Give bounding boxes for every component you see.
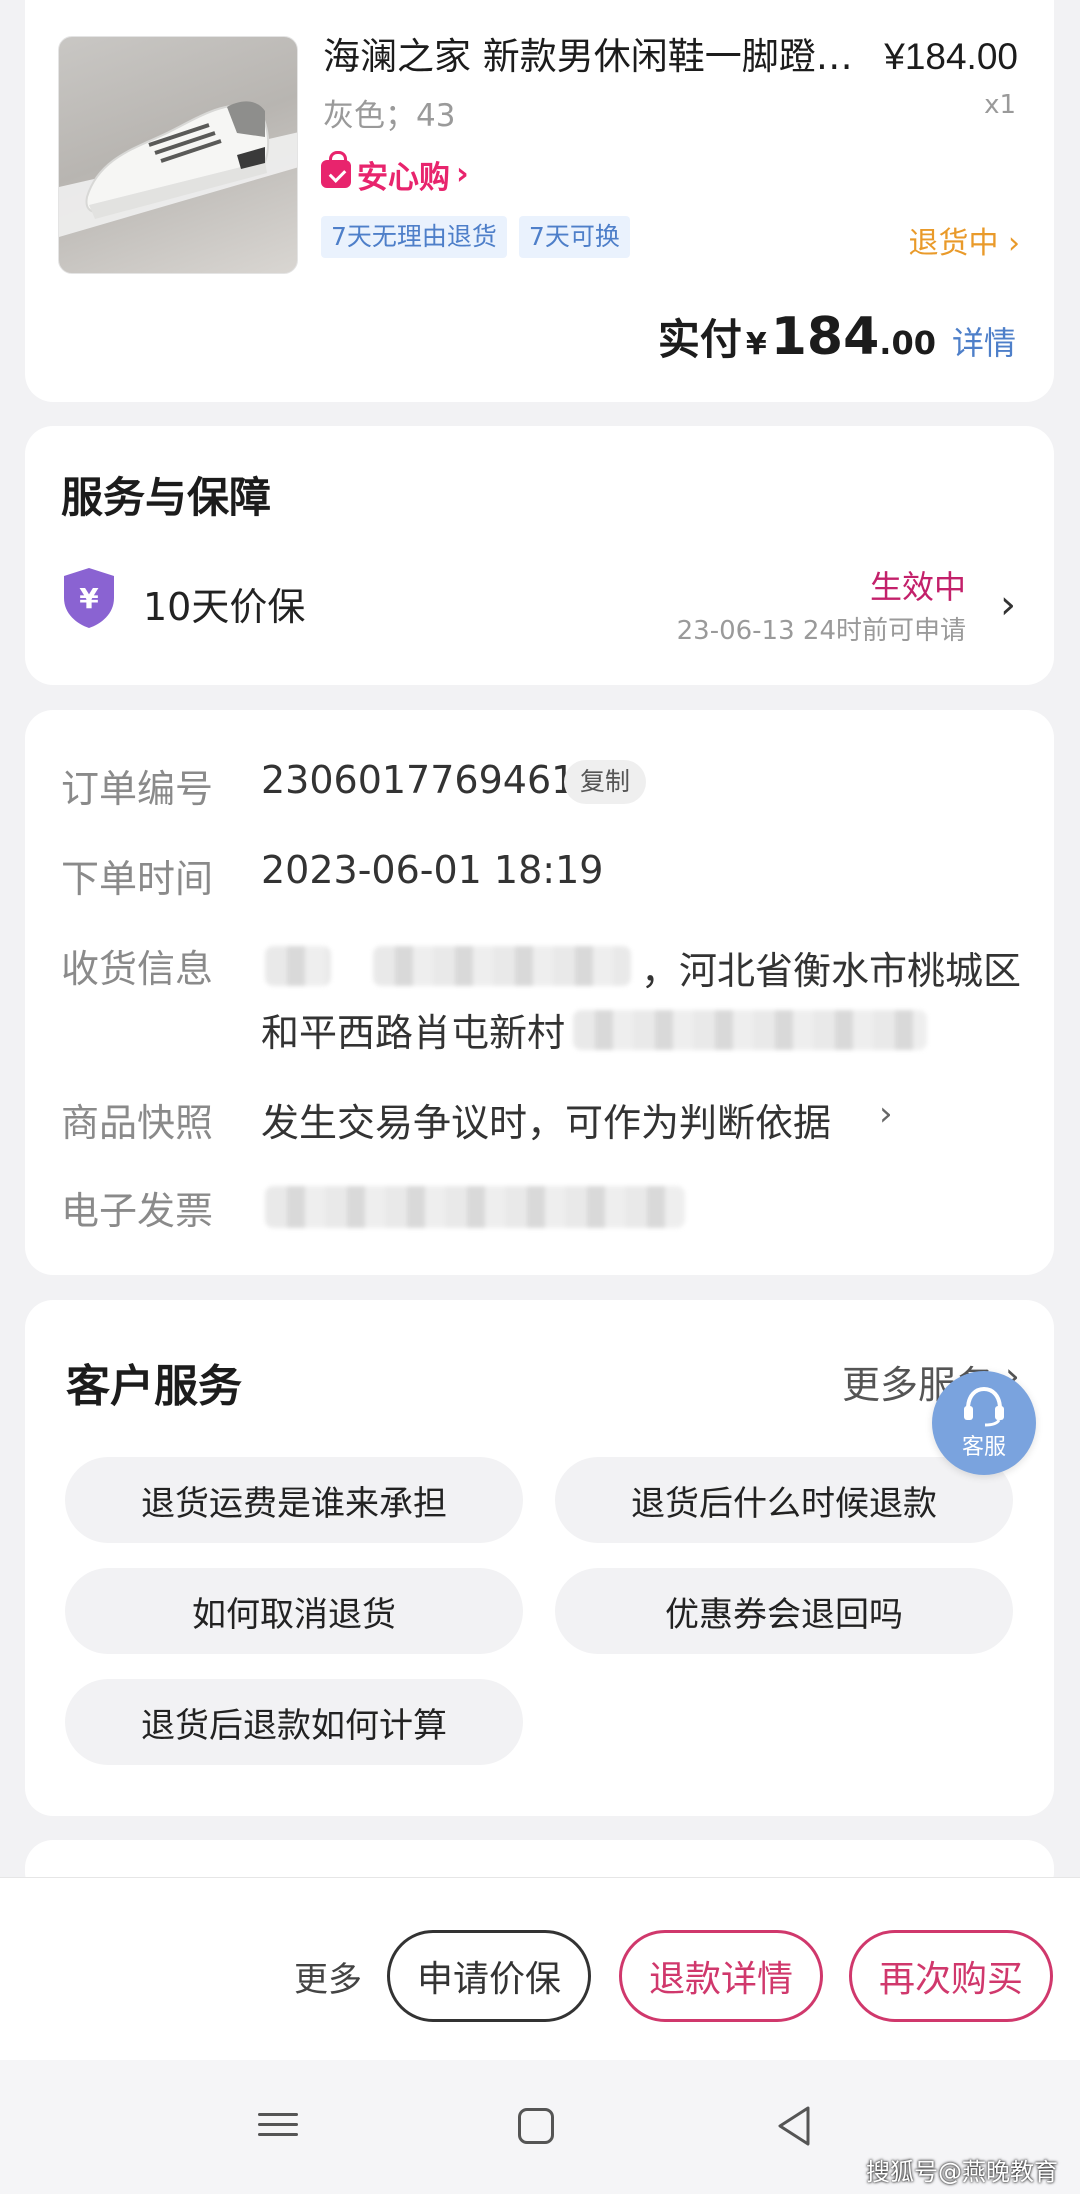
order-time-value: 2023-06-01 18:19 <box>261 848 604 892</box>
address-line-1: ，河北省衡水市桃城区 <box>641 949 1022 993</box>
price-protect-status: 生效中 <box>869 568 966 606</box>
product-card: 海澜之家 新款男休闲鞋一脚蹬男鞋 ¥184.00 灰色；43 x1 安心购 › … <box>25 0 1054 402</box>
redacted-invoice <box>265 1186 685 1228</box>
paid-label: 实付 <box>657 315 742 364</box>
svg-text:¥: ¥ <box>79 582 99 615</box>
faq-pill[interactable]: 优惠券会退回吗 <box>555 1568 1013 1654</box>
invoice-label: 电子发票 <box>61 1189 214 1233</box>
price-protect-shield-icon: ¥ <box>64 568 114 628</box>
address-line-2: 和平西路肖屯新村 <box>261 1011 566 1055</box>
copy-button[interactable]: 复制 <box>564 760 647 804</box>
shipping-info-label: 收货信息 <box>61 947 214 991</box>
product-quantity: x1 <box>984 90 1016 120</box>
detail-link[interactable]: 详情 <box>952 318 1016 364</box>
anxin-label: 安心购 <box>357 159 450 196</box>
redacted-phone <box>373 946 631 986</box>
order-detail-page: 海澜之家 新款男休闲鞋一脚蹬男鞋 ¥184.00 灰色；43 x1 安心购 › … <box>0 0 1080 2194</box>
back-icon[interactable] <box>774 2104 814 2148</box>
redacted-address <box>573 1010 927 1050</box>
faq-pill[interactable]: 退货后退款如何计算 <box>65 1679 523 1765</box>
order-number-label: 订单编号 <box>61 767 214 811</box>
snapshot-label: 商品快照 <box>61 1101 214 1145</box>
paid-integer: 184 <box>770 307 880 367</box>
product-price: ¥184.00 <box>884 36 1018 77</box>
system-nav-bar: 搜狐号@燕晚教育 <box>0 2060 1080 2194</box>
home-icon[interactable] <box>518 2108 554 2144</box>
tag-return: 7天无理由退货 <box>321 216 507 258</box>
price-protect-deadline: 23-06-13 24时前可申请 <box>676 616 966 646</box>
floating-service-button[interactable]: 客服 <box>932 1371 1036 1475</box>
watermark: 搜狐号@燕晚教育 <box>866 2158 1058 2186</box>
product-spec: 灰色；43 <box>323 98 456 134</box>
refund-detail-button[interactable]: 退款详情 <box>619 1930 823 2022</box>
chevron-right-icon: › <box>456 156 469 192</box>
chevron-right-icon[interactable]: › <box>879 1094 893 1134</box>
service-title: 服务与保障 <box>61 473 272 522</box>
chevron-right-icon[interactable]: › <box>1000 582 1016 628</box>
return-status-link[interactable]: 退货中 › <box>908 218 1020 262</box>
order-number-value: 2306017769461​2 <box>261 758 600 802</box>
service-tags: 7天无理由退货 7天可换 <box>321 216 630 258</box>
headset-icon <box>964 1386 1004 1427</box>
redacted-name <box>265 946 331 986</box>
paid-amount-row: 实付 ¥ 184 .00 详情 <box>658 306 1016 367</box>
shopping-bag-icon <box>321 151 351 188</box>
order-info-card: 订单编号 2306017769461​2 复制 下单时间 2023-06-01 … <box>25 710 1054 1275</box>
apply-price-protect-button[interactable]: 申请价保 <box>387 1930 591 2022</box>
faq-pill[interactable]: 退货运费是谁来承担 <box>65 1457 523 1543</box>
bottom-action-bar: 更多 申请价保 退款详情 再次购买 <box>0 1877 1080 2060</box>
service-card: 服务与保障 ¥ 10天价保 生效中 23-06-13 24时前可申请 › <box>25 426 1054 685</box>
faq-pill[interactable]: 如何取消退货 <box>65 1568 523 1654</box>
more-actions-button[interactable]: 更多 <box>294 1952 362 2001</box>
product-title[interactable]: 海澜之家 新款男休闲鞋一脚蹬男鞋 <box>323 32 863 82</box>
paid-currency: ¥ <box>745 327 767 362</box>
paid-decimal: .00 <box>879 324 936 362</box>
product-thumbnail[interactable] <box>58 36 298 274</box>
anxin-badge[interactable]: 安心购 › <box>321 151 469 196</box>
shoe-image <box>59 101 297 237</box>
tag-exchange: 7天可换 <box>518 216 630 258</box>
floating-service-label: 客服 <box>961 1435 1006 1460</box>
customer-service-card: 客户服务 更多服务 › 退货运费是谁来承担 退货后什么时候退款 如何取消退货 优… <box>25 1300 1054 1816</box>
order-time-label: 下单时间 <box>61 857 214 901</box>
customer-service-title: 客户服务 <box>66 1361 242 1412</box>
snapshot-value[interactable]: 发生交易争议时，可作为判断依据 <box>261 1092 831 1147</box>
buy-again-button[interactable]: 再次购买 <box>849 1930 1053 2022</box>
faq-pill[interactable]: 退货后什么时候退款 <box>555 1457 1013 1543</box>
menu-icon[interactable] <box>258 2106 298 2146</box>
price-protect-name[interactable]: 10天价保 <box>143 576 305 631</box>
